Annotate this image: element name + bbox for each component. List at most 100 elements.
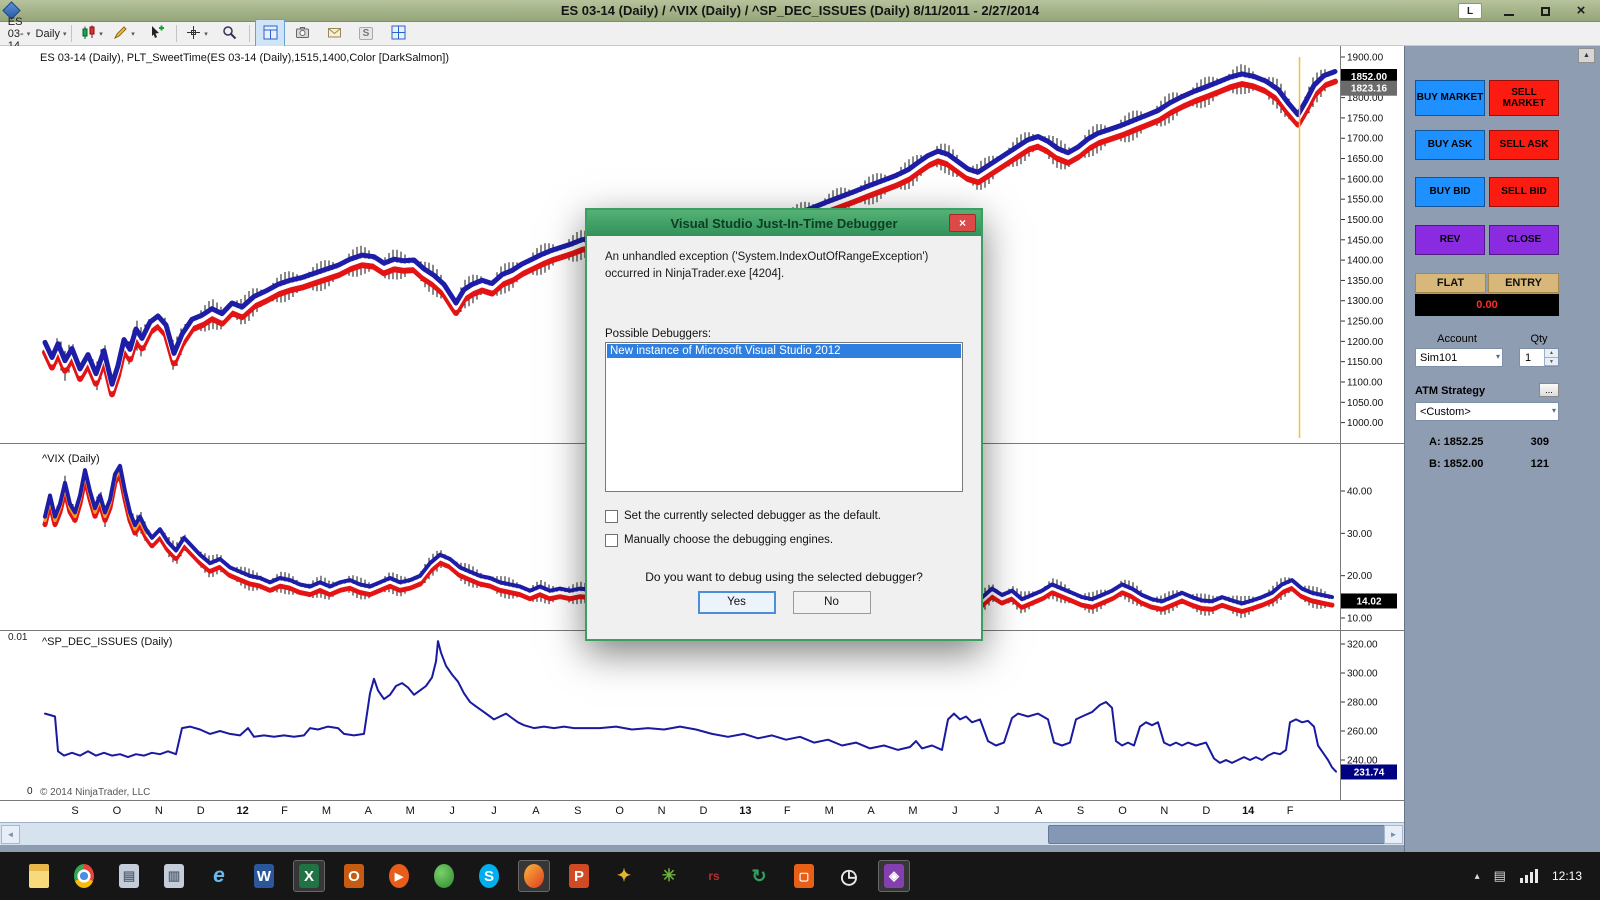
app-window-icon-2[interactable]: ▥ [159, 861, 189, 891]
tray-show-hidden-button[interactable]: ▴ [1475, 871, 1480, 882]
qty-value: 1 [1525, 351, 1532, 364]
interval-selector[interactable]: Daily ▾ [35, 19, 67, 49]
atm-strategy-value: <Custom> [1420, 405, 1471, 418]
buy-bid-button[interactable]: BUY BID [1415, 177, 1485, 207]
toolbar-separator [249, 25, 250, 42]
ninjatrader-icon[interactable] [518, 860, 550, 892]
buy-market-button[interactable]: BUY MARKET [1415, 80, 1485, 116]
toolbar-separator [71, 25, 72, 42]
email-button[interactable] [319, 19, 349, 49]
sell-bid-button[interactable]: SELL BID [1489, 177, 1559, 207]
chevron-down-icon: ▾ [131, 30, 135, 38]
scroll-left-button[interactable]: ◄ [1, 825, 20, 844]
debug-question: Do you want to debug using the selected … [645, 569, 923, 584]
chrome-icon[interactable] [69, 861, 99, 891]
chevron-down-icon: ▾ [99, 30, 103, 38]
data-grid-button[interactable] [383, 19, 413, 49]
reverse-button[interactable]: REV [1415, 225, 1485, 255]
green-app-icon[interactable] [429, 861, 459, 891]
clock-app-icon[interactable]: ◷ [834, 861, 864, 891]
purple-app-icon[interactable]: ◈ [878, 860, 910, 892]
orange-app-icon[interactable]: ▢ [789, 861, 819, 891]
account-label: Account [1437, 333, 1477, 345]
excel-icon[interactable]: X [293, 860, 325, 892]
instrument-selector[interactable]: ES 03-14▾ [4, 16, 34, 52]
close-position-button[interactable]: CLOSE [1489, 225, 1559, 255]
snapshot-button[interactable] [287, 19, 317, 49]
zoom-button[interactable] [214, 19, 244, 49]
pencil-icon [113, 25, 128, 43]
network-icon[interactable] [1519, 869, 1538, 883]
magnifier-icon [222, 25, 237, 43]
internet-explorer-icon[interactable]: e [204, 861, 234, 891]
panel3-label: ^SP_DEC_ISSUES (Daily) [42, 636, 173, 648]
possible-debuggers-label: Possible Debuggers: [605, 327, 712, 340]
media-player-icon[interactable]: ▶ [384, 861, 414, 891]
chart-style-button[interactable]: ▾ [77, 19, 107, 49]
scroll-right-button[interactable]: ► [1384, 825, 1403, 844]
account-value: Sim101 [1420, 351, 1458, 364]
taskbar-clock[interactable]: 12:13 [1552, 869, 1582, 883]
crosshair-button[interactable]: ▾ [182, 19, 212, 49]
close-button[interactable]: × [1572, 3, 1590, 19]
ask-price-label: A: 1852.25 [1429, 436, 1484, 448]
chart-panel-button[interactable] [255, 18, 285, 49]
powerpoint-icon[interactable]: P [564, 861, 594, 891]
account-select[interactable]: Sim101 ▾ [1415, 348, 1503, 367]
jit-debugger-dialog: Visual Studio Just-In-Time Debugger × An… [585, 208, 983, 641]
word-icon[interactable]: W [249, 861, 279, 891]
dialog-title-bar[interactable]: Visual Studio Just-In-Time Debugger × [587, 210, 981, 236]
chevron-down-icon: ▾ [1551, 406, 1556, 415]
manual-engines-checkbox[interactable] [605, 533, 618, 547]
debugger-list[interactable]: New instance of Microsoft Visual Studio … [605, 341, 963, 492]
keys-icon[interactable]: ✦ [609, 861, 639, 891]
chart-hscrollbar[interactable]: ◄ ► [0, 822, 1404, 845]
chevron-down-icon: ▾ [204, 30, 208, 38]
bid-price-label: B: 1852.00 [1429, 458, 1484, 470]
qty-label: Qty [1530, 333, 1548, 345]
chart-trader-panel: ▲ BUY MARKET SELL MARKET BUY ASK SELL AS… [1404, 46, 1600, 852]
taskbar: ▤ ▥ e W X O ▶ S P ✦ ✳ rs ↻ ▢ ◷ ◈ ▴ ▤ 12:13 [0, 852, 1600, 900]
atm-options-button[interactable]: ... [1539, 383, 1559, 397]
yes-button[interactable]: Yes [697, 590, 776, 614]
qty-input[interactable]: 1 ▲ ▼ [1519, 348, 1559, 367]
maximize-button[interactable] [1536, 3, 1554, 19]
atm-strategy-label: ATM Strategy [1415, 385, 1486, 397]
interval-label: Daily [35, 27, 60, 40]
green-burst-icon[interactable]: ✳ [654, 861, 684, 891]
panel2-label: ^VIX (Daily) [42, 453, 100, 465]
outlook-icon[interactable]: O [339, 861, 369, 891]
rs-icon[interactable]: rs [699, 861, 729, 891]
touch-keyboard-icon[interactable]: ▤ [1494, 868, 1506, 884]
debugger-list-item[interactable]: New instance of Microsoft Visual Studio … [607, 343, 961, 358]
app-window-icon-1[interactable]: ▤ [114, 861, 144, 891]
dialog-close-button[interactable]: × [949, 214, 976, 232]
atm-strategy-select[interactable]: <Custom> ▾ [1415, 402, 1559, 421]
toolbar-separator [176, 25, 177, 42]
scrollbar-thumb[interactable] [1048, 825, 1386, 844]
s-icon: S [358, 27, 374, 40]
strategies-button[interactable]: S [351, 19, 381, 49]
sell-market-button[interactable]: SELL MARKET [1489, 80, 1559, 116]
qty-stepper[interactable]: ▲ ▼ [1544, 349, 1558, 366]
entry-tab[interactable]: ENTRY [1488, 273, 1559, 293]
default-debugger-checkbox[interactable] [605, 509, 618, 523]
chevron-down-icon: ▾ [1495, 352, 1500, 361]
drawing-tools-button[interactable]: ▾ [109, 19, 139, 49]
skype-icon[interactable]: S [474, 861, 504, 891]
flat-tab[interactable]: FLAT [1415, 273, 1486, 293]
dialog-title: Visual Studio Just-In-Time Debugger [670, 215, 898, 231]
chevron-down-icon: ▾ [62, 30, 67, 38]
buy-ask-button[interactable]: BUY ASK [1415, 130, 1485, 160]
file-explorer-icon[interactable] [24, 861, 54, 891]
panel-scroll-up-button[interactable]: ▲ [1578, 48, 1595, 63]
sync-icon[interactable]: ↻ [744, 861, 774, 891]
minimize-button[interactable] [1500, 3, 1518, 19]
panel1-label: ES 03-14 (Daily), PLT_SweetTime(ES 03-14… [40, 52, 449, 64]
sell-ask-button[interactable]: SELL ASK [1489, 130, 1559, 160]
exception-message: An unhandled exception ('System.IndexOut… [605, 251, 929, 281]
insert-indicator-button[interactable] [141, 19, 171, 49]
link-button[interactable]: L [1458, 3, 1482, 19]
bid-size-label: 121 [1530, 458, 1549, 470]
no-button[interactable]: No [792, 590, 871, 614]
